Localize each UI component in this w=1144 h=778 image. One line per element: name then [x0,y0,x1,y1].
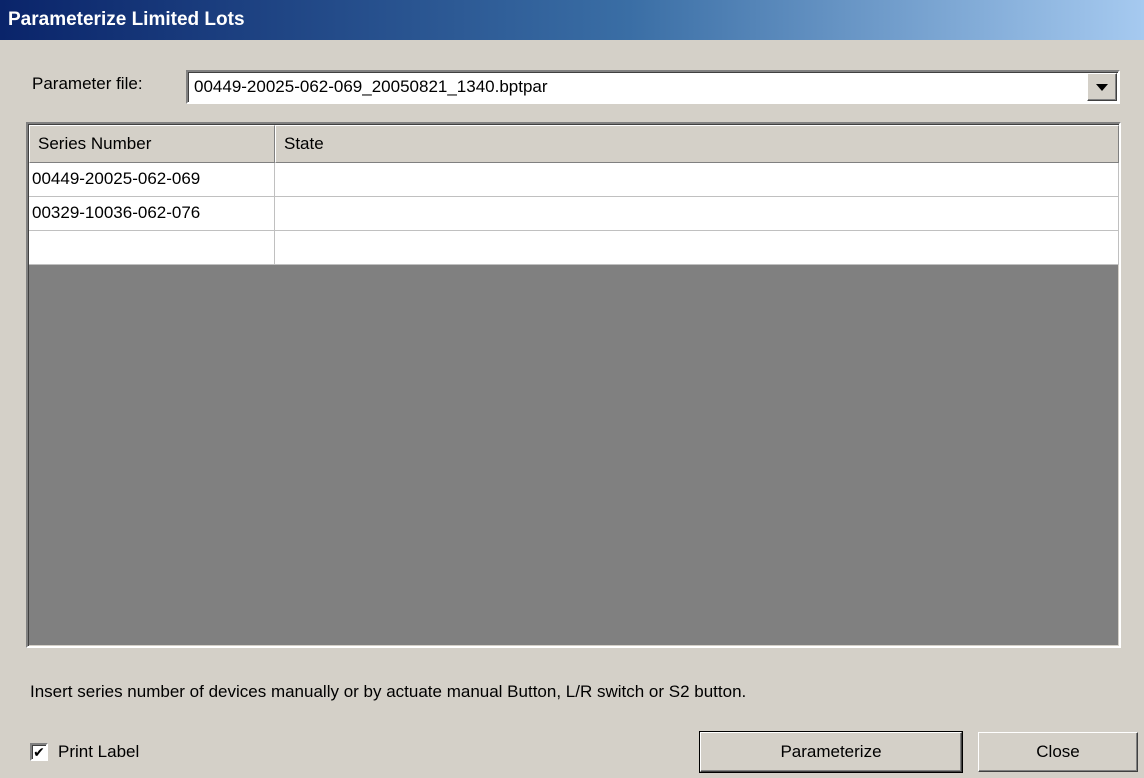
parameterize-button[interactable]: Parameterize [699,731,963,773]
close-button[interactable]: Close [978,732,1138,772]
grid-header: Series Number State [29,125,1119,163]
table-row-new[interactable] [29,231,1119,265]
grid-body: 00449-20025-062-069 00329-10036-062-076 [29,163,1119,265]
parameter-file-dropdown[interactable]: 00449-20025-062-069_20050821_1340.bptpar [186,70,1120,104]
column-header-series-number[interactable]: Series Number [29,125,275,163]
state-cell[interactable] [275,163,1119,197]
instruction-text: Insert series number of devices manually… [30,682,747,701]
series-number-cell[interactable] [29,231,275,265]
column-header-state[interactable]: State [275,125,1119,163]
checkmark-icon: ✔ [33,744,45,760]
series-number-cell[interactable]: 00329-10036-062-076 [29,197,275,231]
print-label-text: Print Label [58,742,140,761]
dropdown-button[interactable] [1087,73,1117,101]
table-row[interactable]: 00329-10036-062-076 [29,197,1119,231]
table-row[interactable]: 00449-20025-062-069 [29,163,1119,197]
print-label-option[interactable]: ✔ Print Label [30,742,139,762]
series-grid[interactable]: Series Number State 00449-20025-062-069 … [26,122,1121,648]
window-title: Parameterize Limited Lots [8,9,245,30]
window-title-bar[interactable]: Parameterize Limited Lots [0,0,1144,40]
print-label-checkbox[interactable]: ✔ [30,743,48,761]
parameter-file-label: Parameter file: [32,74,143,93]
state-cell[interactable] [275,231,1119,265]
state-cell[interactable] [275,197,1119,231]
series-number-cell[interactable]: 00449-20025-062-069 [29,163,275,197]
chevron-down-icon [1096,83,1108,91]
parameter-file-value: 00449-20025-062-069_20050821_1340.bptpar [194,77,548,96]
